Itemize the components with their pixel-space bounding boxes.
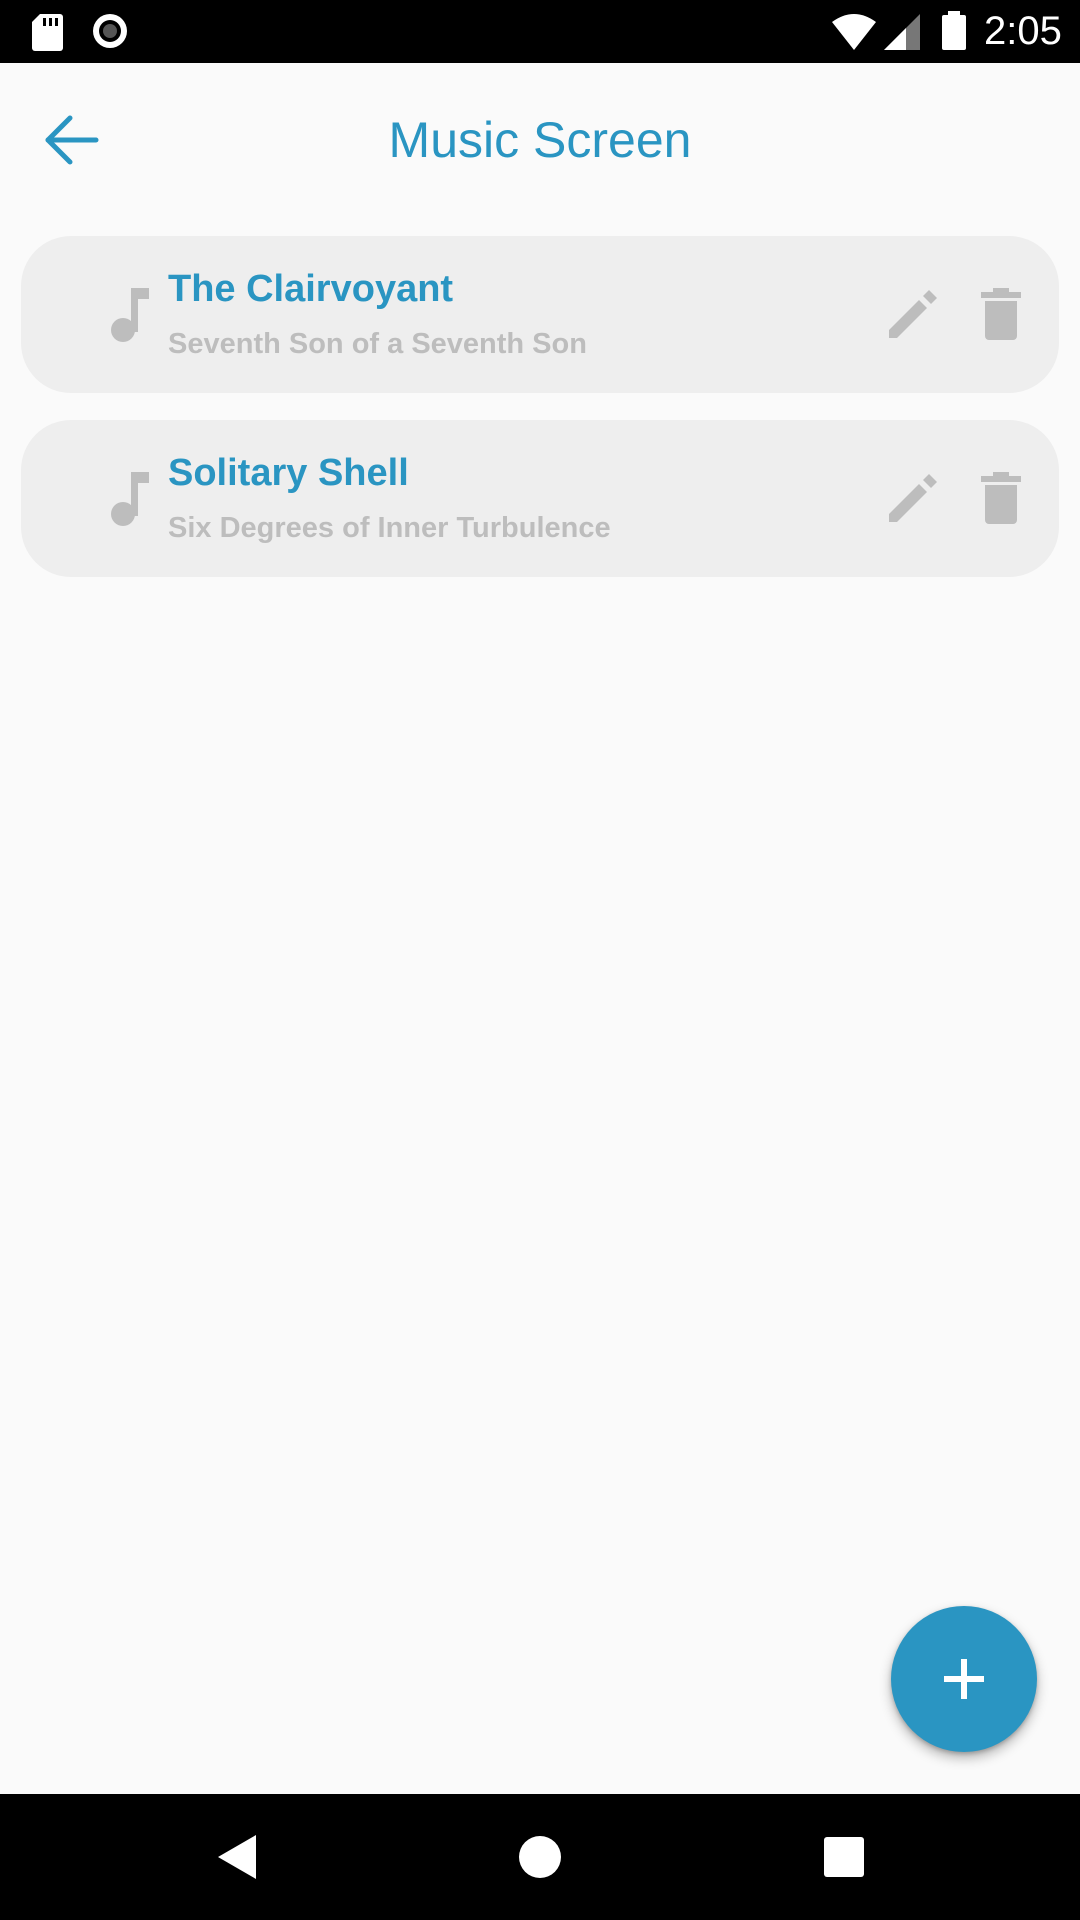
music-note-icon [111, 288, 149, 342]
song-card[interactable]: Solitary Shell Six Degrees of Inner Turb… [21, 420, 1059, 577]
status-clock: 2:05 [984, 9, 1062, 53]
nav-recents-button[interactable] [814, 1827, 874, 1887]
app-bar: Music Screen [0, 63, 1080, 213]
record-icon [93, 14, 127, 48]
navigation-bar [0, 1794, 1080, 1920]
add-song-button[interactable] [891, 1606, 1037, 1752]
plus-icon [944, 1659, 984, 1699]
trash-icon [981, 288, 1021, 340]
pencil-icon [889, 290, 937, 338]
back-triangle-icon [218, 1835, 256, 1879]
nav-back-button[interactable] [206, 1827, 266, 1887]
song-title: The Clairvoyant [168, 268, 454, 310]
song-title: Solitary Shell [168, 452, 409, 494]
delete-button[interactable] [976, 284, 1026, 344]
page-title: Music Screen [388, 112, 692, 168]
home-circle-icon [519, 1836, 561, 1878]
song-album: Seventh Son of a Seventh Son [168, 328, 587, 360]
trash-icon [981, 472, 1021, 524]
edit-button[interactable] [883, 284, 943, 344]
signal-icon [884, 14, 920, 50]
nav-home-button[interactable] [510, 1827, 570, 1887]
sd-card-icon [32, 14, 63, 51]
edit-button[interactable] [883, 468, 943, 528]
song-album: Six Degrees of Inner Turbulence [168, 512, 611, 544]
recents-square-icon [824, 1837, 864, 1877]
delete-button[interactable] [976, 468, 1026, 528]
pencil-icon [889, 474, 937, 522]
wifi-icon [832, 14, 876, 50]
battery-icon [942, 11, 966, 50]
status-bar: 2:05 [0, 0, 1080, 63]
song-card[interactable]: The Clairvoyant Seventh Son of a Seventh… [21, 236, 1059, 393]
music-note-icon [111, 472, 149, 526]
